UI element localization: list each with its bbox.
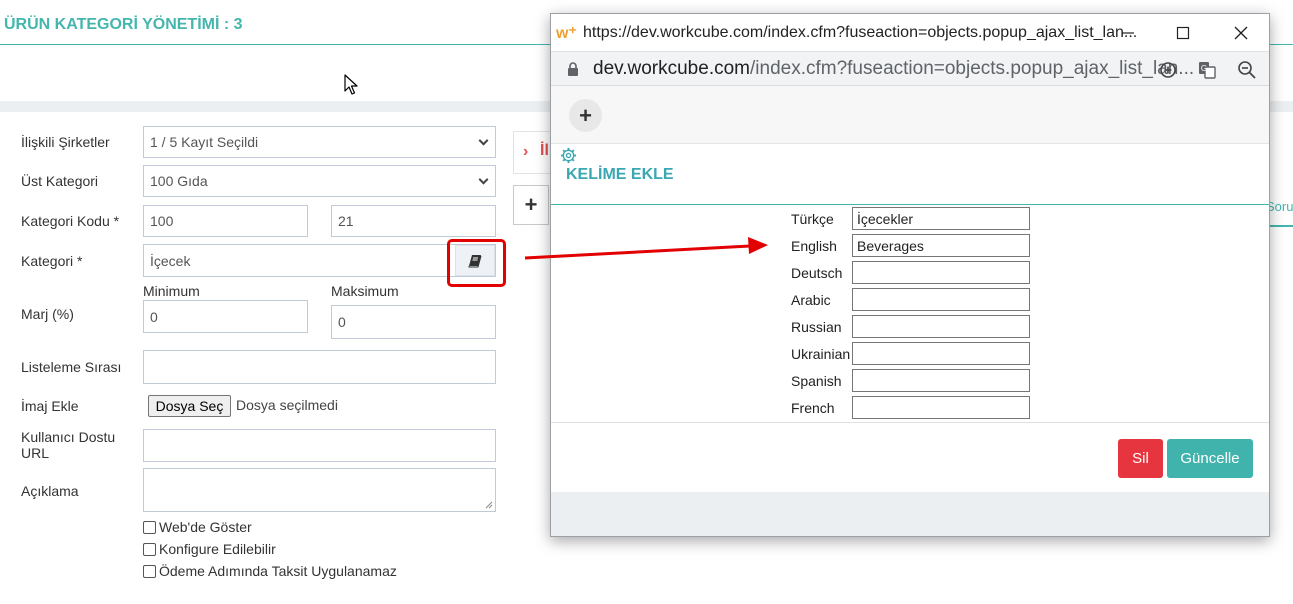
friendly-url-label: Kullanıcı Dostu URL	[21, 429, 116, 461]
show-on-web-checkbox[interactable]: Web'de Göster	[143, 519, 252, 535]
popup-address-bar: dev.workcube.com/index.cfm?fuseaction=ob…	[551, 52, 1269, 86]
category-value: İçecek	[150, 252, 191, 269]
margin-min-value: 0	[150, 308, 158, 325]
lang-input-russian[interactable]	[852, 315, 1030, 338]
popup-heading: KELİME EKLE	[566, 166, 674, 183]
checkbox-box[interactable]	[143, 520, 156, 534]
margin-max-input[interactable]: 0	[331, 305, 496, 339]
popup-url[interactable]: dev.workcube.com/index.cfm?fuseaction=ob…	[593, 58, 1194, 80]
category-code-label: Kategori Kodu *	[21, 213, 120, 229]
lang-label-german: Deutsch	[791, 265, 843, 281]
category-input[interactable]: İçecek	[143, 244, 496, 277]
companies-select-value: 1 / 5 Kayıt Seçildi	[150, 134, 259, 150]
lang-input-german[interactable]	[852, 261, 1030, 284]
lang-label-spanish: Spanish	[791, 373, 842, 389]
delete-button[interactable]: Sil	[1118, 439, 1163, 478]
list-order-input[interactable]	[143, 350, 496, 384]
parent-category-label: Üst Kategori	[21, 173, 99, 189]
panel-add-button[interactable]: +	[513, 185, 549, 225]
zoom-in-circle-icon[interactable]	[1157, 59, 1179, 81]
chevron-down-icon	[478, 174, 489, 185]
lang-label-ukrainian: Ukrainian	[791, 346, 851, 362]
margin-min-label: Minimum	[143, 283, 200, 299]
file-status-text: Dosya seçilmedi	[236, 397, 338, 413]
no-installment-checkbox[interactable]: Ödeme Adımında Taksit Uygulanamaz	[143, 563, 397, 579]
chevron-right-icon: ›	[523, 143, 529, 160]
lang-input-turkish[interactable]: İçecekler	[852, 207, 1030, 230]
mouse-cursor-icon	[344, 74, 358, 95]
lang-label-russian: Russian	[791, 319, 842, 335]
resize-handle-icon[interactable]	[485, 501, 493, 509]
zoom-out-icon[interactable]	[1236, 59, 1258, 81]
lock-icon	[568, 62, 578, 76]
footer-divider	[551, 422, 1269, 423]
margin-max-value: 0	[338, 314, 346, 330]
url-host: dev.workcube.com	[593, 58, 750, 79]
choose-file-button[interactable]: Dosya Seç	[148, 395, 231, 417]
parent-category-select[interactable]: 100 Gıda	[143, 165, 496, 197]
lang-label-english: English	[791, 238, 837, 254]
workcube-logo: w⁺	[556, 25, 577, 42]
description-textarea[interactable]	[143, 468, 496, 512]
popup-toolbar: +	[551, 86, 1269, 144]
margin-label: Marj (%)	[21, 306, 74, 322]
heading-divider	[551, 204, 1269, 205]
lang-input-spanish[interactable]	[852, 369, 1030, 392]
category-code-input-1[interactable]: 100	[143, 205, 308, 237]
update-button[interactable]: Güncelle	[1167, 439, 1253, 478]
popup-bottom-area	[551, 492, 1269, 536]
category-code-value-1: 100	[150, 213, 174, 229]
lang-label-french: French	[791, 400, 835, 416]
description-label: Açıklama	[21, 483, 79, 499]
page-title: ÜRÜN KATEGORİ YÖNETİMİ : 3	[4, 16, 243, 33]
lang-input-ukrainian[interactable]	[852, 342, 1030, 365]
panel-tab-underline	[1268, 225, 1293, 227]
companies-select[interactable]: 1 / 5 Kayıt Seçildi	[143, 126, 496, 158]
annotation-highlight-box	[447, 239, 506, 287]
lang-label-turkish: Türkçe	[791, 211, 834, 227]
list-order-label: Listeleme Sırası	[21, 359, 122, 375]
panel-tab-partial[interactable]: Sorul	[1266, 199, 1293, 214]
image-label: İmaj Ekle	[21, 398, 79, 414]
related-panel-header: › İli	[513, 131, 553, 174]
maximize-icon[interactable]	[1170, 20, 1196, 46]
friendly-url-input[interactable]	[143, 429, 496, 462]
close-icon[interactable]	[1228, 20, 1254, 46]
lang-input-arabic[interactable]	[852, 288, 1030, 311]
lang-input-english[interactable]: Beverages	[852, 234, 1030, 257]
add-word-button[interactable]: +	[569, 99, 602, 132]
no-installment-label: Ödeme Adımında Taksit Uygulanamaz	[159, 563, 397, 579]
svg-text:G: G	[1201, 64, 1207, 73]
lang-input-french[interactable]	[852, 396, 1030, 419]
checkbox-box[interactable]	[143, 564, 156, 578]
show-on-web-label: Web'de Göster	[159, 519, 252, 535]
popup-titlebar: w⁺ https://dev.workcube.com/index.cfm?fu…	[551, 14, 1269, 52]
category-code-input-2[interactable]: 21	[331, 205, 496, 237]
category-label: Kategori *	[21, 253, 83, 269]
popup-window: w⁺ https://dev.workcube.com/index.cfm?fu…	[550, 13, 1270, 537]
margin-max-label: Maksimum	[331, 283, 399, 299]
translate-icon[interactable]: G	[1196, 59, 1218, 81]
lang-label-arabic: Arabic	[791, 292, 831, 308]
minimize-icon[interactable]	[1115, 20, 1141, 46]
url-path: /index.cfm?fuseaction=objects.popup_ajax…	[750, 58, 1195, 79]
companies-label: İlişkili Şirketler	[21, 134, 110, 150]
category-code-value-2: 21	[338, 213, 354, 229]
parent-category-value: 100 Gıda	[150, 173, 208, 189]
checkbox-box[interactable]	[143, 542, 156, 556]
chevron-down-icon	[478, 135, 489, 146]
configurable-checkbox[interactable]: Konfigure Edilebilir	[143, 541, 276, 557]
gear-icon[interactable]	[560, 147, 577, 164]
configurable-label: Konfigure Edilebilir	[159, 541, 276, 557]
margin-min-input[interactable]: 0	[143, 300, 308, 333]
popup-window-title: https://dev.workcube.com/index.cfm?fusea…	[583, 24, 1138, 41]
